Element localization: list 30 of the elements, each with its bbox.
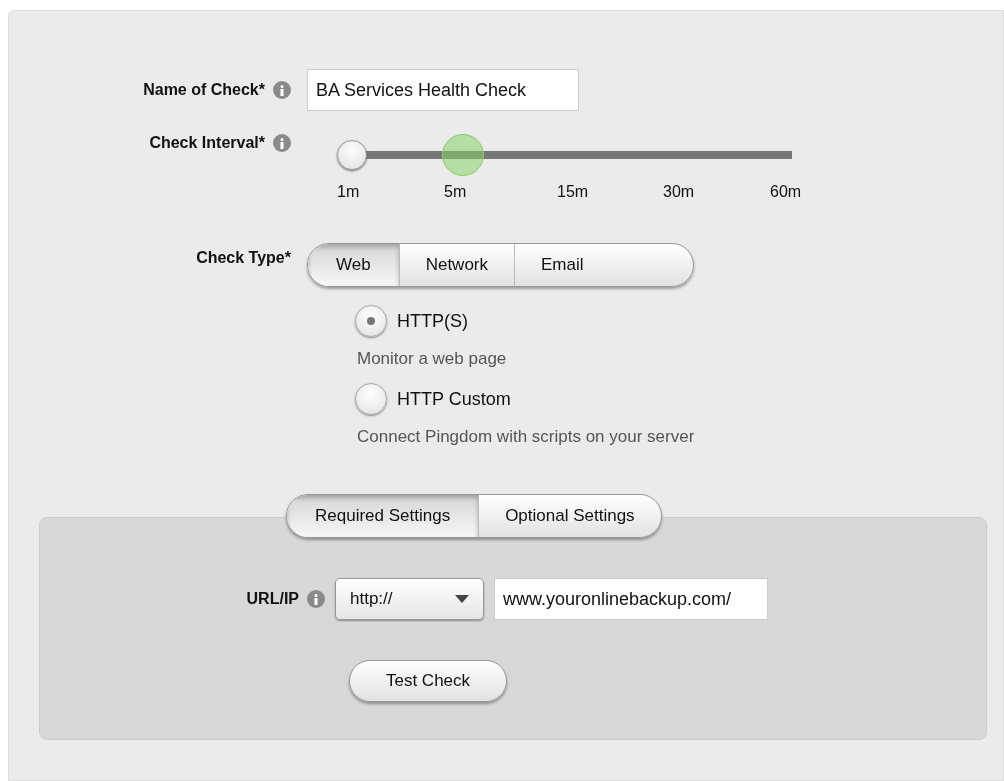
info-icon[interactable]	[307, 590, 325, 608]
tab[interactable]: Network	[398, 244, 514, 286]
slider-thumb[interactable]	[337, 140, 367, 170]
info-icon[interactable]	[273, 81, 291, 99]
option-description: Monitor a web page	[356, 349, 508, 369]
caret-icon	[455, 595, 469, 603]
tab[interactable]: Web	[308, 244, 399, 286]
radio-button[interactable]	[355, 305, 387, 337]
name-input[interactable]: BA Services Health Check	[307, 69, 579, 111]
test-check-button[interactable]: Test Check	[349, 660, 507, 702]
protocol-select[interactable]: http://	[335, 578, 484, 620]
url-input[interactable]: www.youronlinebackup.com/	[494, 578, 768, 620]
option-label: HTTP(S)	[397, 310, 468, 332]
option-label: HTTP Custom	[397, 388, 511, 410]
tab[interactable]: Email	[514, 244, 610, 286]
tick-label: 60m	[770, 183, 803, 201]
field-label: Check Type*	[196, 249, 291, 267]
tick-label: 15m	[557, 183, 590, 201]
info-icon[interactable]	[273, 134, 291, 152]
tick-label: 5m	[444, 183, 468, 201]
tab[interactable]: Required Settings	[287, 495, 479, 537]
tick-label: 1m	[337, 183, 361, 201]
field-label: Check Interval*	[149, 134, 265, 152]
tick-label: 30m	[663, 183, 696, 201]
slider-marker	[442, 134, 484, 176]
option-description: Connect Pingdom with scripts on your server	[356, 427, 695, 447]
tab[interactable]: Optional Settings	[478, 495, 661, 537]
field-label: URL/IP	[246, 590, 299, 608]
radio-button[interactable]	[355, 383, 387, 415]
field-label: Name of Check*	[143, 81, 265, 99]
